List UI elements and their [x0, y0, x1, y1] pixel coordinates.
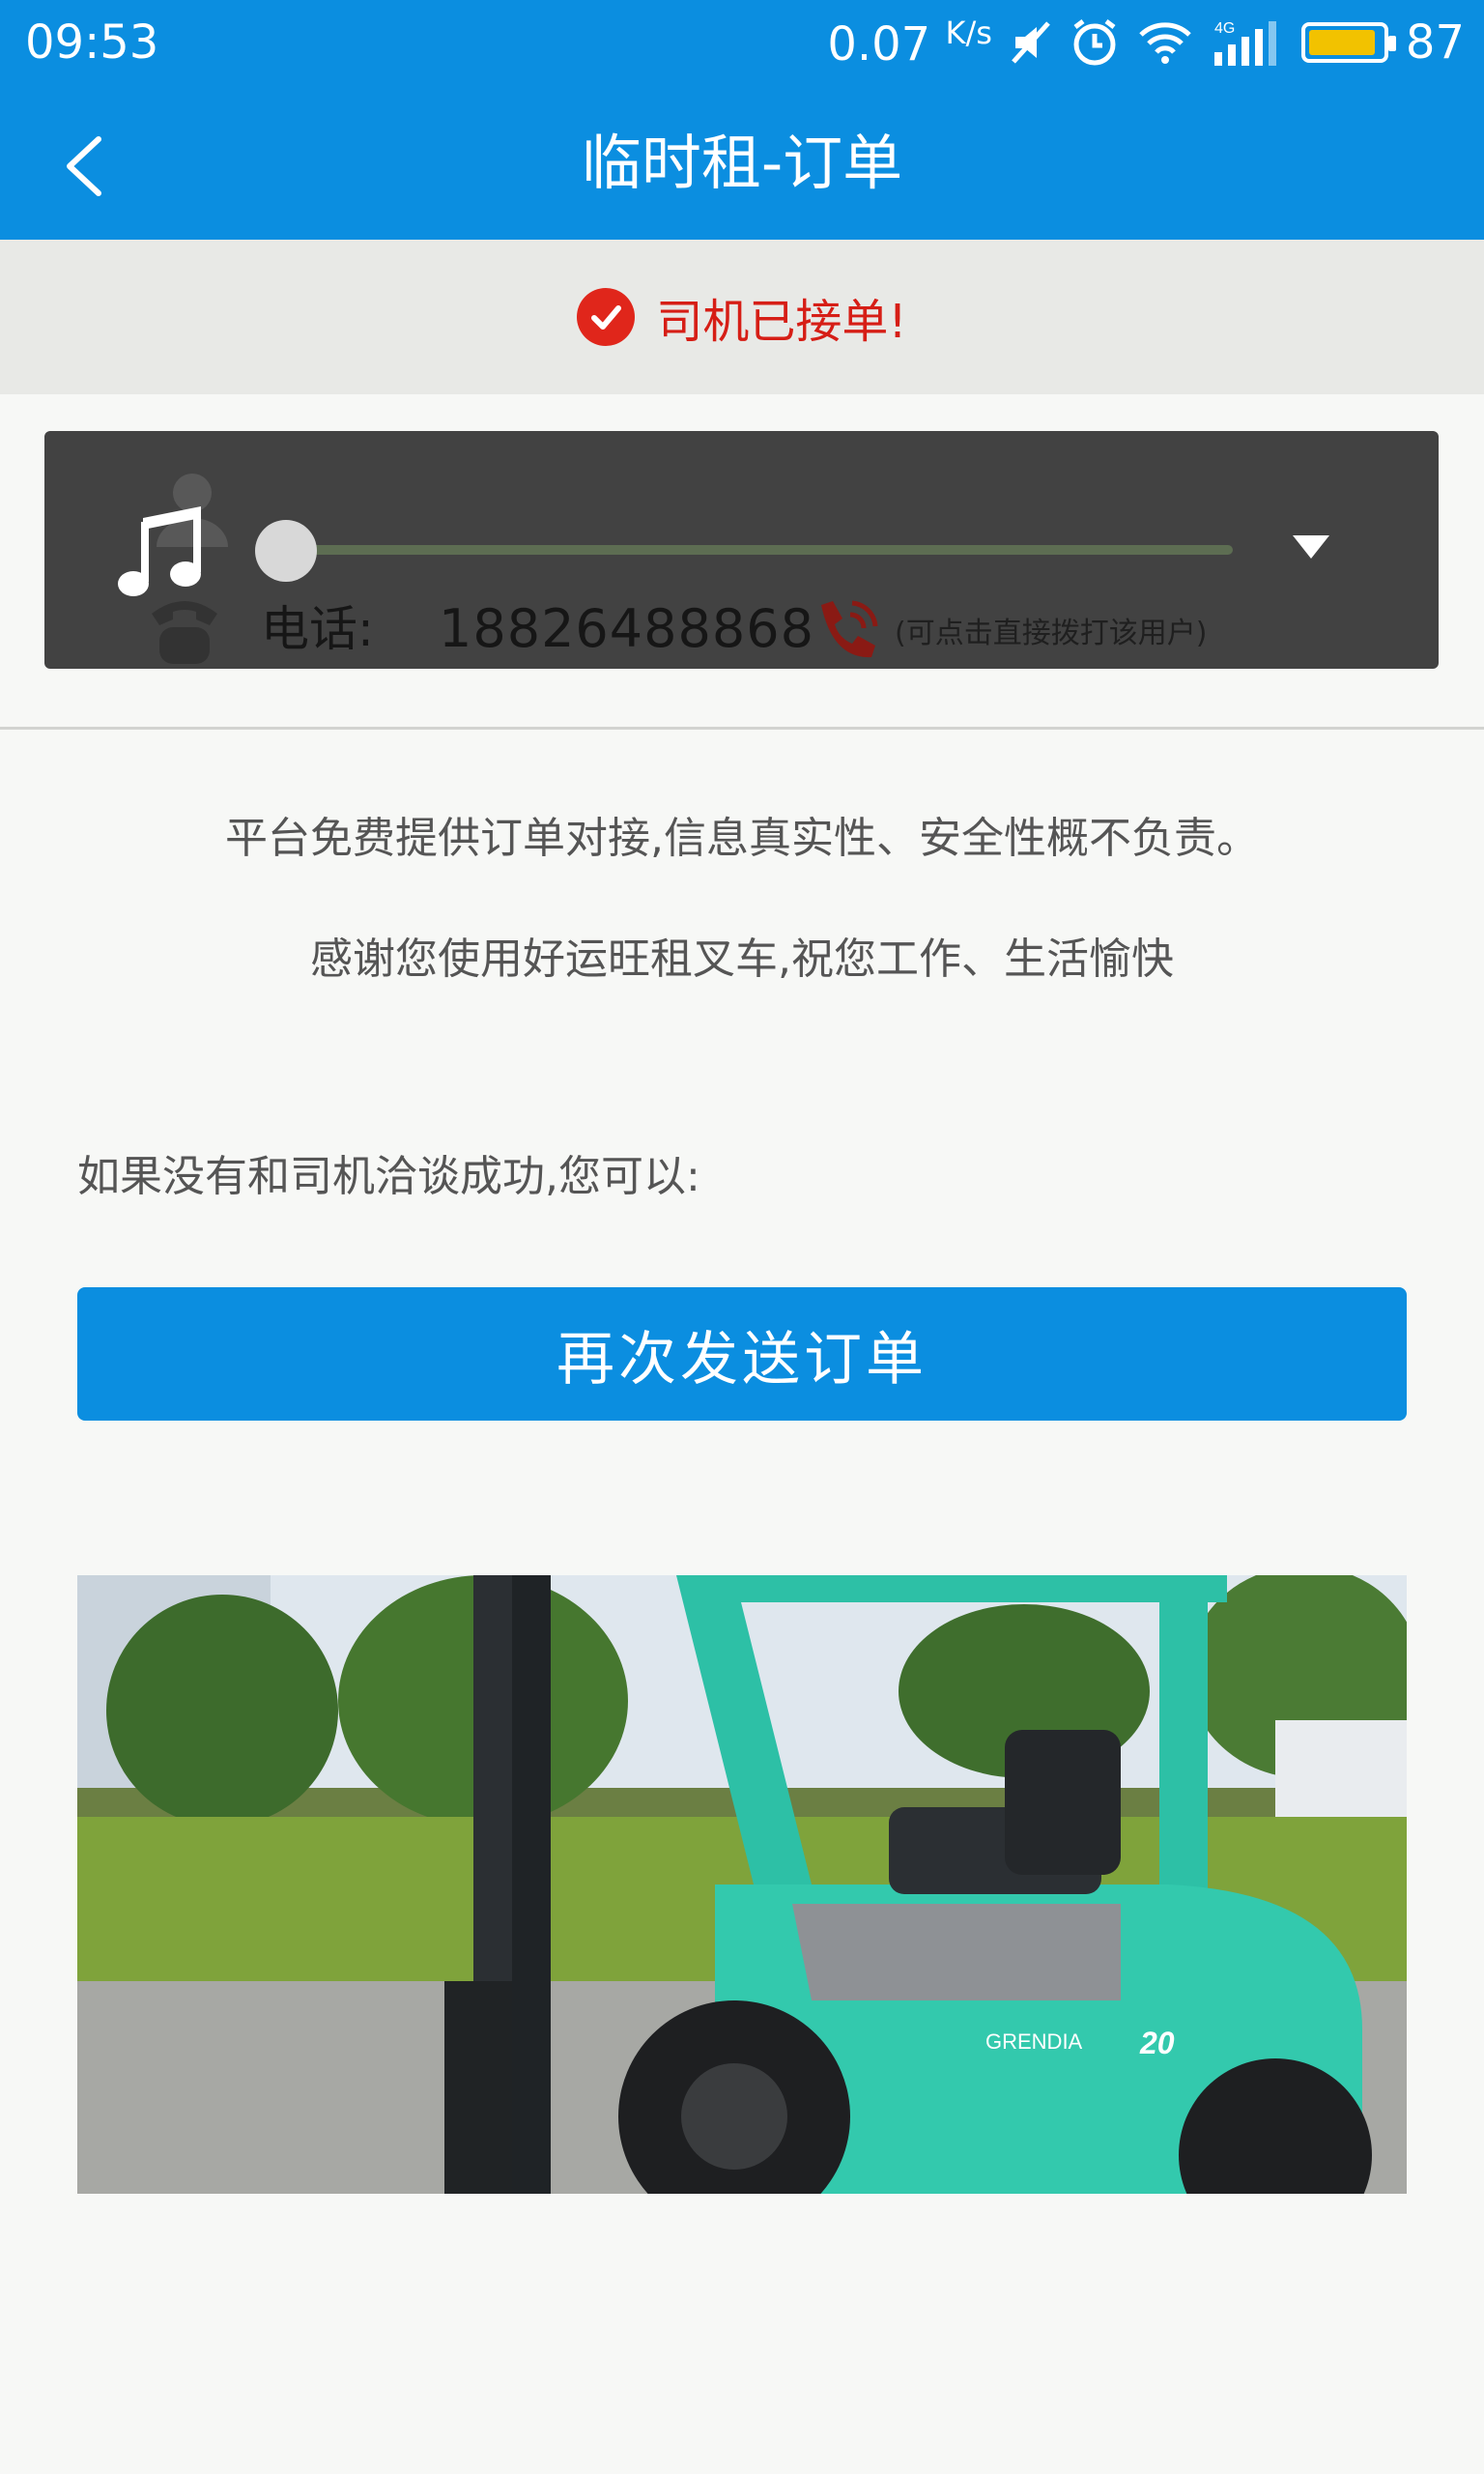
order-status-banner: 司机已接单!: [0, 240, 1484, 394]
phone-call-icon[interactable]: [808, 593, 885, 671]
resend-order-button[interactable]: 再次发送订单: [77, 1287, 1407, 1421]
progress-track[interactable]: [286, 545, 1233, 555]
phone-number[interactable]: 18826488868: [439, 595, 814, 663]
alarm-icon: [1073, 19, 1116, 66]
music-note-icon[interactable]: [108, 499, 214, 605]
mute-icon: [1012, 21, 1050, 64]
wifi-icon: [1139, 22, 1191, 64]
network-speed: 0.07 K/s: [827, 14, 992, 72]
status-icons: 0.07 K/s 4G 87: [827, 14, 1465, 72]
status-message: 司机已接单!: [656, 295, 907, 349]
status-bar: 09:53 0.07 K/s 4G 87: [0, 0, 1484, 87]
speed-unit: K/s: [945, 14, 992, 51]
divider: [0, 727, 1484, 730]
battery-percent: 87: [1405, 15, 1465, 70]
fallback-prompt: 如果没有和司机洽谈成功,您可以:: [77, 1152, 700, 1201]
call-hint: (可点击直接拨打该用户): [895, 617, 1208, 650]
forklift-model-text: 20: [1139, 2026, 1175, 2060]
app-header: 临时租-订单: [0, 87, 1484, 240]
forklift-photo: GRENDIA 20: [77, 1575, 1407, 2194]
dropdown-arrow-icon[interactable]: [1287, 528, 1335, 566]
progress-knob[interactable]: [255, 520, 317, 582]
page-title: 临时租-订单: [581, 128, 903, 198]
audio-player-card: 电话: 18826488868 (可点击直接拨打该用户): [44, 431, 1439, 669]
check-circle-icon: [577, 288, 636, 346]
telephone-icon: [152, 601, 217, 664]
phone-label: 电话:: [261, 601, 374, 657]
forklift-brand-text: GRENDIA: [985, 2029, 1083, 2054]
battery-icon: [1300, 22, 1396, 63]
signal-4g-icon: 4G: [1213, 20, 1276, 66]
thank-you-text: 感谢您使用好运旺租叉车,祝您工作、生活愉快: [310, 935, 1174, 984]
svg-text:4G: 4G: [1214, 20, 1235, 37]
status-time: 09:53: [25, 15, 159, 70]
disclaimer-text: 平台免费提供订单对接,信息真实性、安全性概不负责。: [225, 814, 1259, 863]
